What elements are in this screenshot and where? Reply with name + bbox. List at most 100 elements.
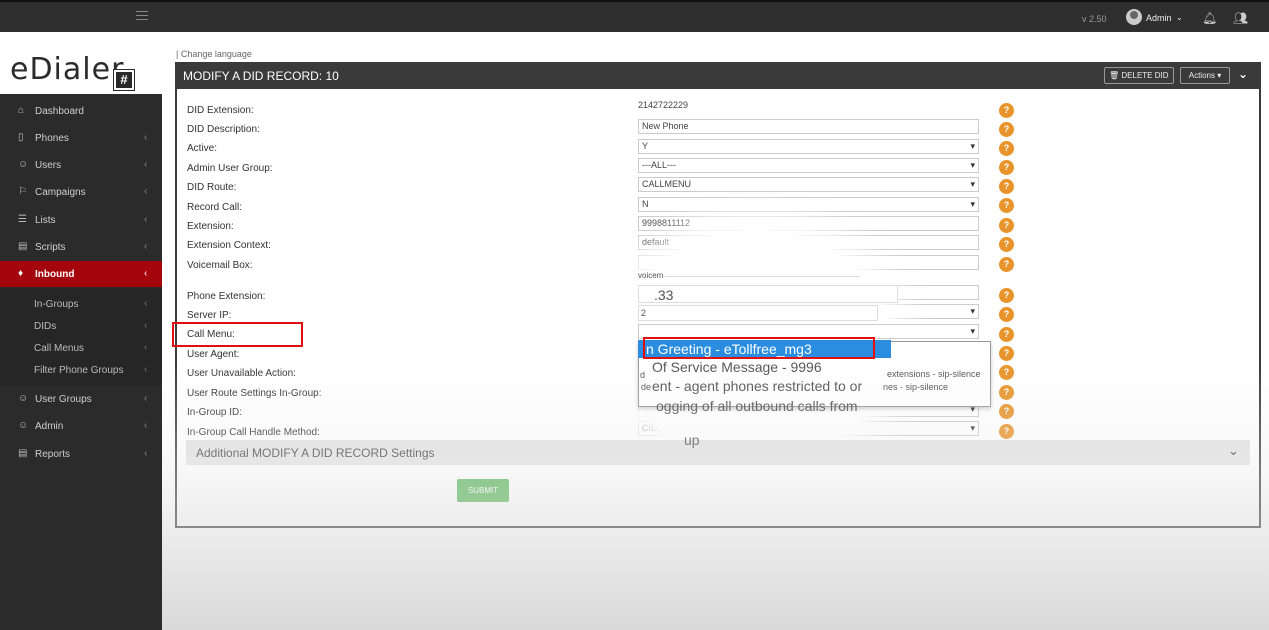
submenu-item-dids[interactable]: DIDs ‹ [0, 316, 162, 336]
dropdown-option[interactable]: ent - agent phones restricted to or [652, 378, 862, 394]
chevron-left-icon: ‹ [144, 393, 148, 404]
did-route-select[interactable]: CALLMENU [638, 177, 979, 192]
help-icon[interactable]: ? [999, 103, 1014, 118]
sidebar-item-inbound[interactable]: ♦ Inbound ‹ [0, 261, 162, 287]
record-call-select[interactable]: N [638, 197, 979, 212]
sidebar-item-campaigns[interactable]: ⚐ Campaigns ‹ [0, 179, 162, 205]
label-did-extension: DID Extension: [187, 105, 254, 116]
label-extension-context: Extension Context: [187, 240, 271, 251]
admin-user-group-select[interactable]: ---ALL--- [638, 158, 979, 173]
help-icon[interactable]: ? [999, 257, 1014, 272]
chevron-left-icon: ‹ [144, 241, 148, 252]
help-icon[interactable]: ? [999, 346, 1014, 361]
help-icon[interactable]: ? [999, 218, 1014, 233]
label-voicemail-box: Voicemail Box: [187, 260, 253, 271]
chevron-down-icon[interactable]: ⌄ [1176, 13, 1183, 22]
top-bar: v 2.50 Admin ⌄ 🔔︎ 👥︎ [0, 0, 1269, 32]
help-icon[interactable]: ? [999, 179, 1014, 194]
label-extension: Extension: [187, 221, 234, 232]
label-user-agent: User Agent: [187, 349, 240, 360]
actions-button[interactable]: Actions ▾ [1180, 67, 1230, 84]
chevron-left-icon: ‹ [144, 186, 148, 197]
help-icon[interactable]: ? [999, 288, 1014, 303]
voicemail-hint-text: voicem [638, 271, 664, 280]
help-icon[interactable]: ? [999, 327, 1014, 342]
menu-icon[interactable] [136, 11, 148, 20]
additional-settings-label: Additional MODIFY A DID RECORD Settings [196, 446, 435, 460]
label-user-route-settings: User Route Settings In-Group: [187, 388, 322, 399]
diamond-icon: ♦ [18, 268, 24, 279]
chevron-left-icon: ‹ [144, 159, 148, 170]
label-did-description: DID Description: [187, 124, 260, 135]
help-icon[interactable]: ? [999, 141, 1014, 156]
change-language-link[interactable]: | Change language [176, 49, 252, 59]
sidebar-item-users[interactable]: ☺ Users ‹ [0, 152, 162, 178]
admin-icon: ☺ [18, 420, 29, 431]
submit-button[interactable]: SUBMIT [457, 479, 509, 502]
delete-did-button[interactable]: 🗑︎ DELETE DID [1104, 67, 1174, 84]
logo-hash-icon: # [113, 69, 135, 91]
help-icon[interactable]: ? [999, 424, 1014, 439]
chevron-left-icon: ‹ [144, 364, 148, 375]
submenu-item-in-groups[interactable]: In-Groups ‹ [0, 294, 162, 314]
phone-extension-value: .33 [654, 287, 674, 303]
did-extension-value: 2142722229 [638, 100, 689, 110]
flag-icon: ⚐ [18, 186, 27, 197]
extension-input[interactable]: 9998811112 [638, 216, 979, 231]
user-group-icon: ☺ [18, 393, 29, 404]
chevron-left-icon: ‹ [144, 214, 148, 225]
sidebar-item-dashboard[interactable]: ⌂ Dashboard [0, 98, 162, 124]
chevron-down-icon[interactable]: ⌄ [1228, 443, 1239, 459]
script-icon: ▤ [18, 241, 28, 252]
active-select[interactable]: Y [638, 139, 979, 154]
did-description-input[interactable]: New Phone [638, 119, 979, 134]
phone-extension-zoom[interactable] [638, 285, 898, 303]
users-icon[interactable]: 👥︎ [1233, 11, 1248, 25]
label-ingroup-handle-method: In-Group Call Handle Method: [187, 427, 320, 438]
submenu-item-call-menus[interactable]: Call Menus ‹ [0, 338, 162, 358]
avatar[interactable] [1126, 9, 1142, 25]
sidebar-item-scripts[interactable]: ▤ Scripts ‹ [0, 234, 162, 260]
server-ip-zoom[interactable] [638, 305, 878, 321]
chevron-left-icon: ‹ [144, 132, 148, 143]
phone-icon: ▯ [18, 132, 24, 143]
help-icon[interactable]: ? [999, 122, 1014, 137]
dropdown-prefix: d [640, 370, 646, 380]
sidebar-item-lists[interactable]: ☰ Lists ‹ [0, 207, 162, 233]
help-icon[interactable]: ? [999, 198, 1014, 213]
help-icon[interactable]: ? [999, 404, 1014, 419]
help-icon[interactable]: ? [999, 307, 1014, 322]
inbound-submenu: In-Groups ‹ DIDs ‹ Call Menus ‹ Filter P… [0, 288, 162, 386]
chevron-left-icon: ‹ [144, 448, 148, 459]
dropdown-side-text: nes - sip-silence [883, 382, 949, 392]
server-ip-value: 2 [641, 308, 647, 318]
dropdown-option[interactable]: ogging of all outbound calls from [656, 398, 858, 414]
label-ingroup-id: In-Group ID: [187, 407, 243, 418]
help-icon[interactable]: ? [999, 237, 1014, 252]
submenu-item-filter-phone-groups[interactable]: Filter Phone Groups ‹ [0, 360, 162, 380]
label-user-unavailable-action: User Unavailable Action: [187, 368, 296, 379]
help-icon[interactable]: ? [999, 385, 1014, 400]
label-phone-extension: Phone Extension: [187, 291, 266, 302]
additional-overlay-text: up [684, 432, 700, 448]
dropdown-prefix: de [641, 382, 652, 392]
label-admin-user-group: Admin User Group: [187, 163, 273, 174]
home-icon: ⌂ [18, 105, 25, 116]
label-did-route: DID Route: [187, 182, 237, 193]
dropdown-option[interactable]: Of Service Message - 9996 [652, 359, 822, 375]
help-icon[interactable]: ? [999, 365, 1014, 380]
sidebar-item-phones[interactable]: ▯ Phones ‹ [0, 125, 162, 151]
logo: eDialer # [0, 32, 162, 94]
collapse-chevron-icon[interactable]: ⌄ [1238, 67, 1248, 81]
help-icon[interactable]: ? [999, 160, 1014, 175]
sidebar-item-reports[interactable]: ▤ Reports ‹ [0, 441, 162, 467]
chevron-left-icon: ‹ [144, 298, 148, 309]
bell-icon[interactable]: 🔔︎ [1202, 11, 1217, 25]
sidebar-item-user-groups[interactable]: ☺ User Groups ‹ [0, 386, 162, 412]
report-icon: ▤ [18, 448, 28, 459]
sidebar-item-admin[interactable]: ☺ Admin ‹ [0, 413, 162, 439]
label-server-ip: Server IP: [187, 310, 232, 321]
user-name[interactable]: Admin [1146, 13, 1172, 23]
user-icon: ☺ [18, 159, 29, 170]
dropdown-side-text: extensions - sip-silence [887, 369, 981, 379]
